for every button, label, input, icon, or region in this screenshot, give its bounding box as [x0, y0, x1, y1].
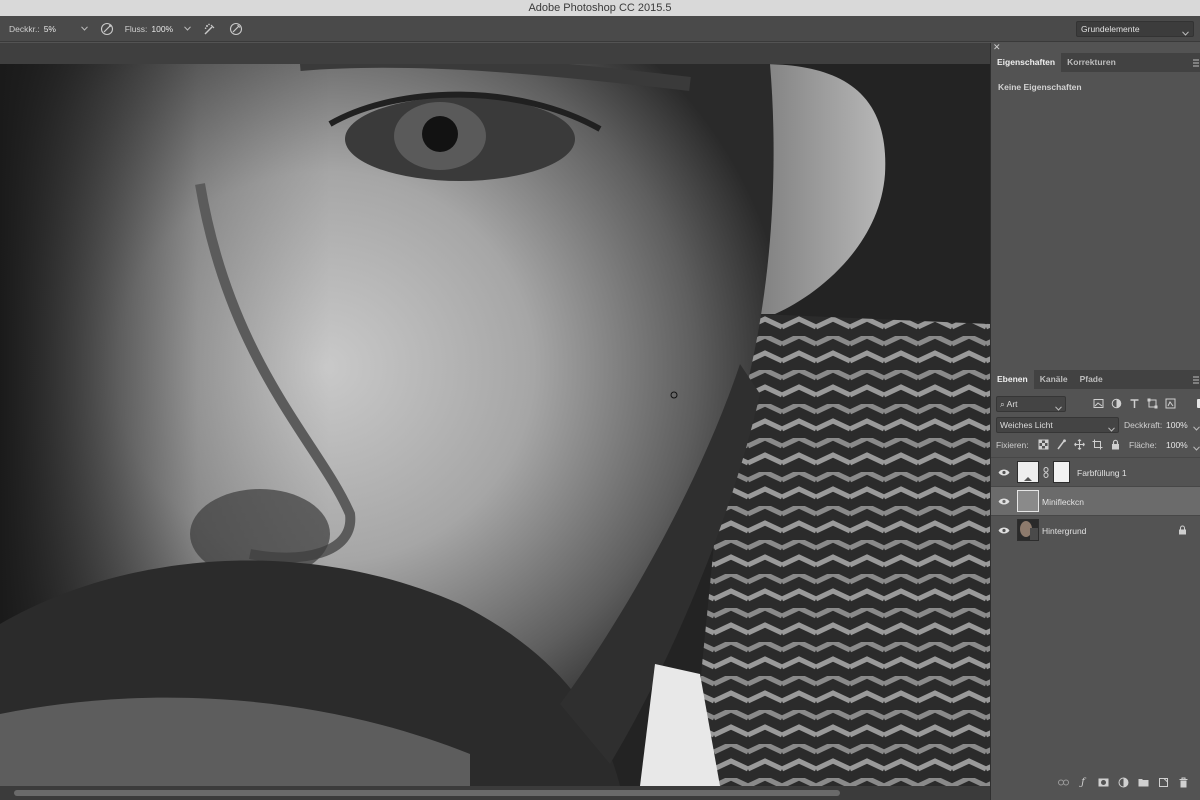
layer-row-farbfuellung[interactable]: Farbfüllung 1 [991, 457, 1200, 486]
scrollbar-thumb[interactable] [14, 790, 840, 796]
fill-label: Fläche: [1129, 440, 1157, 450]
document-canvas[interactable] [0, 64, 990, 786]
layers-panel-tabs: Ebenen Kanäle Pfade [991, 370, 1200, 389]
panel-menu-icon[interactable] [1193, 376, 1199, 384]
pressure-opacity-icon[interactable] [99, 21, 115, 37]
layer-effects-icon[interactable]: ƒ [1077, 777, 1089, 789]
lock-artboard-icon[interactable] [1091, 438, 1104, 451]
window-title: Adobe Photoshop CC 2015.5 [0, 0, 1200, 16]
layer-opacity-label: Deckkraft: [1124, 420, 1163, 430]
filter-adjustment-layers-icon[interactable] [1110, 397, 1123, 410]
opacity-value[interactable]: 5% [44, 24, 72, 34]
lock-all-icon[interactable] [1109, 438, 1122, 451]
fill-value[interactable]: 100% [1166, 440, 1188, 450]
new-adjustment-layer-icon[interactable] [1117, 777, 1129, 789]
opacity-dropdown-chevron-icon[interactable] [80, 24, 89, 33]
opacity-label: Deckkr.: [9, 23, 40, 34]
workspace-label: Grundelemente [1081, 24, 1140, 34]
new-group-icon[interactable] [1137, 777, 1149, 789]
layer-name: Minifleckcn [1042, 497, 1085, 507]
fill-layer-thumbnail [1017, 461, 1039, 483]
tab-eigenschaften[interactable]: Eigenschaften [991, 53, 1062, 72]
layer-row-minifleckcn[interactable]: Minifleckcn [991, 486, 1200, 515]
tab-pfade[interactable]: Pfade [1074, 370, 1109, 389]
flow-value[interactable]: 100% [151, 24, 175, 34]
layer-opacity-value[interactable]: 100% [1166, 420, 1188, 430]
lock-transparent-pixels-icon[interactable] [1037, 438, 1050, 451]
layer-filter-kind-select[interactable]: ⌕ Art [996, 396, 1066, 412]
options-bar: Deckkr.: 5% Fluss: 100% Grundelemente [0, 16, 1200, 42]
blend-mode-select[interactable]: Weiches Licht [996, 417, 1119, 433]
link-layers-icon[interactable] [1057, 777, 1069, 789]
chevron-down-icon[interactable] [1193, 443, 1200, 453]
airbrush-icon[interactable] [202, 21, 218, 37]
layer-filter-row: ⌕ Art [996, 396, 1200, 412]
layer-name: Farbfüllung 1 [1077, 468, 1127, 478]
pressure-size-icon[interactable] [228, 21, 244, 37]
flow-dropdown-chevron-icon[interactable] [183, 24, 192, 33]
lock-label: Fixieren: [996, 440, 1029, 450]
eye-icon[interactable] [998, 526, 1010, 535]
blend-mode-row: Weiches Licht Deckkraft: 100% [996, 417, 1200, 433]
properties-panel: Keine Eigenschaften [991, 72, 1200, 368]
right-panel-dock: ✕ Eigenschaften Korrekturen Keine Eigens… [990, 42, 1200, 800]
portrait-photo [0, 64, 990, 786]
filter-shape-layers-icon[interactable] [1146, 397, 1159, 410]
layers-footer-toolbar: ƒ [991, 765, 1200, 800]
document-tab-strip [0, 43, 990, 64]
lock-row: Fixieren: Fläche: 100% [996, 438, 1200, 452]
lock-icon [1178, 525, 1187, 535]
add-mask-icon[interactable] [1097, 777, 1109, 789]
layer-thumbnail [1017, 490, 1039, 512]
layer-mask-thumbnail[interactable] [1053, 461, 1070, 483]
lock-position-icon[interactable] [1073, 438, 1086, 451]
chevron-down-icon [1055, 401, 1062, 415]
layer-list: Farbfüllung 1 Minifleckcn Hintergrund [991, 457, 1200, 544]
filter-type-layers-icon[interactable] [1128, 397, 1141, 410]
background-thumbnail [1017, 519, 1039, 541]
chevron-down-icon [1108, 422, 1115, 436]
workspace-chevron-icon [1182, 26, 1189, 40]
lock-image-pixels-icon[interactable] [1055, 438, 1068, 451]
panel-menu-icon[interactable] [1193, 59, 1199, 67]
eye-icon[interactable] [998, 468, 1010, 477]
horizontal-scrollbar[interactable] [0, 786, 990, 800]
flow-label: Fluss: [124, 23, 148, 34]
new-layer-icon[interactable] [1157, 777, 1169, 789]
layer-row-hintergrund[interactable]: Hintergrund [991, 515, 1200, 544]
trash-icon[interactable] [1177, 777, 1189, 789]
filter-smart-objects-icon[interactable] [1164, 397, 1177, 410]
properties-panel-tabs: Eigenschaften Korrekturen [991, 53, 1200, 72]
workspace-switcher[interactable]: Grundelemente [1076, 21, 1194, 37]
link-icon[interactable] [1043, 467, 1049, 478]
filter-kind-label: Art [1006, 399, 1018, 409]
layers-panel: ⌕ Art Weiches Licht Deckkraft: 100% Fixi… [991, 389, 1200, 800]
eye-icon[interactable] [998, 497, 1010, 506]
tab-kanaele[interactable]: Kanäle [1034, 370, 1074, 389]
chevron-down-icon[interactable] [1193, 423, 1200, 433]
tab-ebenen[interactable]: Ebenen [991, 370, 1034, 389]
layer-name: Hintergrund [1042, 526, 1087, 536]
tab-korrekturen[interactable]: Korrekturen [1061, 53, 1122, 72]
blend-mode-label: Weiches Licht [1000, 420, 1053, 430]
close-icon[interactable]: ✕ [993, 42, 1001, 53]
filter-pixel-layers-icon[interactable] [1092, 397, 1105, 410]
search-icon: ⌕ [1000, 399, 1005, 409]
no-properties-text: Keine Eigenschaften [998, 82, 1082, 92]
